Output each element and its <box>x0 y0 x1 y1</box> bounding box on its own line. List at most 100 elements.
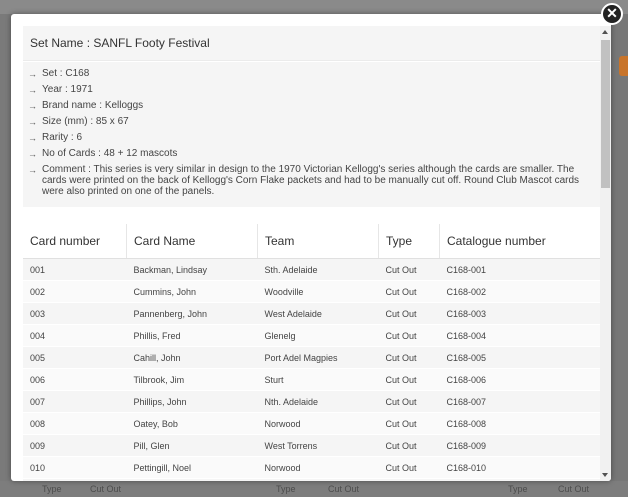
card-name-cell: Phillis, Fred <box>126 324 258 347</box>
card-name-cell: Cahill, John <box>126 346 258 369</box>
team-cell: Glenelg <box>257 324 379 347</box>
background-header <box>0 0 628 14</box>
team-cell: Sturt <box>257 368 379 391</box>
type-cell: Cut Out <box>378 302 440 325</box>
card-name-cell: Bills, Fred <box>126 478 258 481</box>
card-name-cell: Pettingill, Noel <box>126 456 258 479</box>
catalogue-number-cell: C168-001 <box>439 258 600 281</box>
catalogue-number-cell: C168-010 <box>439 456 600 479</box>
table-row: 005 Cahill, John Port Adel Magpies Cut Out C… <box>23 346 600 369</box>
comment-text: Comment : This series is very similar in… <box>42 164 580 197</box>
scroll-up-arrow-icon[interactable] <box>602 30 608 34</box>
team-cell: Nth. Adelaide <box>257 390 379 413</box>
detail-text: No of Cards : 48 + 12 mascots <box>42 148 178 159</box>
background-cell: Type <box>42 484 62 494</box>
detail-item: → Size (mm) : 85 x 67 <box>28 114 600 130</box>
type-cell: Cut Out <box>378 346 440 369</box>
table-row: 008 Oatey, Bob Norwood Cut Out C168-008 <box>23 412 600 435</box>
arrow-right-icon: → <box>28 85 37 95</box>
catalogue-number-cell: C168-009 <box>439 434 600 457</box>
table-row: 011Bills, FredWest TorrensCut OutC168-01… <box>23 478 600 481</box>
catalogue-number-cell: C168-003 <box>439 302 600 325</box>
table-row: 009 Pill, Glen West Torrens Cut Out C168-009 <box>23 434 600 457</box>
card-number-cell: 007 <box>23 390 127 413</box>
arrow-right-icon: → <box>28 149 37 159</box>
detail-text: Brand name : Kelloggs <box>42 100 144 111</box>
table-row: 006 Tilbrook, Jim Sturt Cut Out C168-006 <box>23 368 600 391</box>
detail-text: Set : C168 <box>42 68 90 79</box>
detail-item: → Rarity : 6 <box>28 130 600 146</box>
type-cell: Cut Out <box>378 324 440 347</box>
card-number-cell: 004 <box>23 324 127 347</box>
catalogue-number-cell: C168-002 <box>439 280 600 303</box>
scrollbar-thumb[interactable] <box>601 40 610 188</box>
card-name-cell: Phillips, John <box>126 390 258 413</box>
team-cell: West Adelaide <box>257 302 379 325</box>
team-cell: West Torrens <box>257 434 379 457</box>
card-name-cell: Backman, Lindsay <box>126 258 258 281</box>
background-cell: Cut Out <box>328 484 360 494</box>
catalogue-number-cell: C168-005 <box>439 346 600 369</box>
team-cell: Norwood <box>257 456 379 479</box>
detail-item: → No of Cards : 48 + 12 mascots <box>28 146 600 162</box>
background-cell: Cut Out <box>90 484 122 494</box>
catalogue-number-cell: C168-006 <box>439 368 600 391</box>
team-cell: Norwood <box>257 412 379 435</box>
column-header-card-name[interactable]: Card Name <box>126 224 258 259</box>
card-number-cell: 010 <box>23 456 127 479</box>
card-number-cell: 003 <box>23 302 127 325</box>
arrow-right-icon: → <box>28 133 37 143</box>
card-name-cell: Tilbrook, Jim <box>126 368 258 391</box>
modal-content[interactable]: Set Name : SANFL Footy Festival → Set : C… <box>23 26 600 481</box>
table-row: 010 Pettingill, Noel Norwood Cut Out C168-01… <box>23 456 600 479</box>
card-number-cell: 005 <box>23 346 127 369</box>
detail-text: Size (mm) : 85 x 67 <box>42 116 129 127</box>
vertical-scrollbar[interactable] <box>600 26 611 481</box>
arrow-right-icon: → <box>28 69 37 79</box>
cards-table: Card number Card Name Team Type Catalogu… <box>23 224 600 481</box>
column-header-card-number[interactable]: Card number <box>23 224 127 259</box>
column-header-catalogue-number[interactable]: Catalogue number <box>439 224 600 259</box>
type-cell: Cut Out <box>378 412 440 435</box>
catalogue-number-cell: C168-004 <box>439 324 600 347</box>
arrow-right-icon: → <box>28 165 37 175</box>
table-header-row: Card number Card Name Team Type Catalogu… <box>23 224 600 259</box>
background-accent-button <box>619 56 628 76</box>
table-body: 001 Backman, Lindsay Sth. Adelaide Cut Out C… <box>23 258 600 481</box>
card-number-cell: 011 <box>23 478 127 481</box>
arrow-right-icon: → <box>28 117 37 127</box>
close-icon[interactable]: ✕ <box>601 3 623 25</box>
type-cell: Cut Out <box>378 434 440 457</box>
card-number-cell: 001 <box>23 258 127 281</box>
type-cell: Cut Out <box>378 368 440 391</box>
team-cell: West Torrens <box>257 478 379 481</box>
catalogue-number-cell: C168-007 <box>439 390 600 413</box>
background-left-panel <box>0 14 11 481</box>
column-header-team[interactable]: Team <box>257 224 379 259</box>
card-number-cell: 002 <box>23 280 127 303</box>
type-cell: Cut Out <box>378 258 440 281</box>
card-set-modal: Set Name : SANFL Footy Festival → Set : C… <box>11 14 611 481</box>
type-cell: Cut Out <box>378 456 440 479</box>
table-row: 003 Pannenberg, John West Adelaide Cut Out C… <box>23 302 600 325</box>
card-name-cell: Oatey, Bob <box>126 412 258 435</box>
table-row: 001 Backman, Lindsay Sth. Adelaide Cut Out C… <box>23 258 600 281</box>
set-details: → Set : C168 → Year : 1971 → Brand name : K… <box>23 62 600 207</box>
card-number-cell: 009 <box>23 434 127 457</box>
catalogue-number-cell: C168-008 <box>439 412 600 435</box>
card-number-cell: 008 <box>23 412 127 435</box>
background-cell: Type <box>508 484 528 494</box>
arrow-right-icon: → <box>28 101 37 111</box>
column-header-type[interactable]: Type <box>378 224 440 259</box>
type-cell: Cut Out <box>378 390 440 413</box>
card-name-cell: Cummins, John <box>126 280 258 303</box>
detail-text: Year : 1971 <box>42 84 93 95</box>
scroll-down-arrow-icon[interactable] <box>602 473 608 477</box>
catalogue-number-cell: C168-011 <box>439 478 600 481</box>
detail-item: → Brand name : Kelloggs <box>28 98 600 114</box>
table-row: 002 Cummins, John Woodville Cut Out C168-002 <box>23 280 600 303</box>
card-number-cell: 006 <box>23 368 127 391</box>
table-row: 004 Phillis, Fred Glenelg Cut Out C168-004 <box>23 324 600 347</box>
team-cell: Sth. Adelaide <box>257 258 379 281</box>
type-cell: Cut Out <box>378 280 440 303</box>
